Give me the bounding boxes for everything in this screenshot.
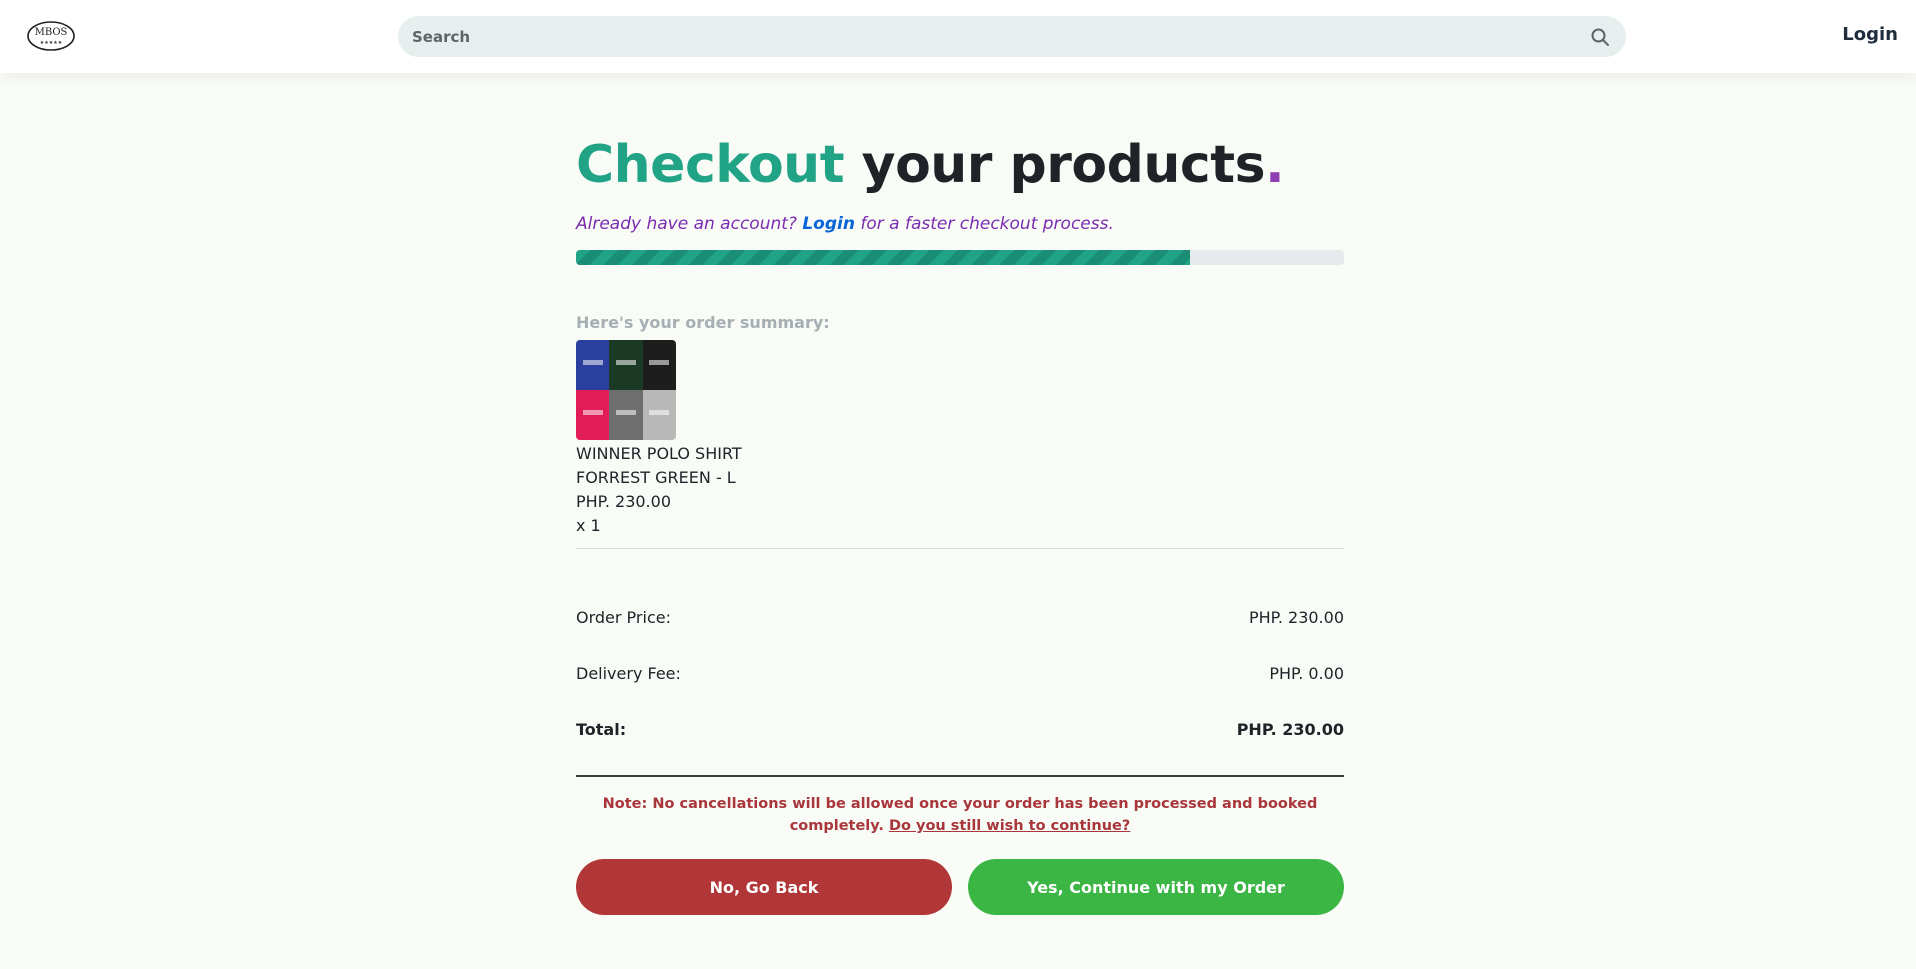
total-value: PHP. 230.00 — [1236, 719, 1344, 739]
svg-text:★★★★★: ★★★★★ — [40, 40, 63, 46]
delivery-fee-label: Delivery Fee: — [576, 663, 681, 683]
page-title: Checkout your products. — [576, 130, 1344, 200]
delivery-fee-value: PHP. 0.00 — [1269, 663, 1344, 683]
action-buttons: No, Go Back Yes, Continue with my Order — [576, 859, 1344, 915]
title-dot: . — [1265, 135, 1285, 195]
order-price-row: Order Price: PHP. 230.00 — [576, 589, 1344, 645]
login-prompt-suffix: for a faster checkout process. — [854, 214, 1114, 234]
order-summary-label: Here's your order summary: — [576, 313, 830, 332]
svg-text:MBOS: MBOS — [35, 27, 68, 38]
search-input[interactable] — [412, 16, 1572, 57]
header-login-link[interactable]: Login — [1842, 24, 1898, 45]
continue-order-button[interactable]: Yes, Continue with my Order — [968, 859, 1344, 915]
price-breakdown: Order Price: PHP. 230.00 Delivery Fee: P… — [576, 589, 1344, 757]
order-item: WINNER POLO SHIRT FORREST GREEN - L PHP.… — [576, 442, 1344, 538]
total-label: Total: — [576, 719, 627, 739]
summary-divider — [576, 548, 1344, 549]
go-back-button[interactable]: No, Go Back — [576, 859, 952, 915]
order-price-value: PHP. 230.00 — [1249, 607, 1344, 627]
title-rest: your products — [844, 135, 1266, 195]
product-quantity: x 1 — [576, 516, 601, 535]
search-bar — [398, 16, 1626, 57]
product-variant: FORREST GREEN - L — [576, 468, 736, 487]
product-image — [576, 340, 676, 440]
title-accent: Checkout — [576, 135, 845, 195]
continue-confirm-link[interactable]: Do you still wish to continue? — [889, 818, 1130, 834]
order-price-label: Order Price: — [576, 607, 671, 627]
product-price: PHP. 230.00 — [576, 492, 671, 511]
search-icon[interactable] — [1590, 27, 1610, 47]
total-divider — [576, 775, 1344, 777]
login-prompt-link[interactable]: Login — [802, 214, 855, 234]
checkout-panel: Checkout your products. Already have an … — [576, 130, 1344, 915]
product-name: WINNER POLO SHIRT — [576, 444, 742, 463]
cancellation-note: Note: No cancellations will be allowed o… — [576, 793, 1344, 837]
checkout-progress-bar — [576, 250, 1344, 265]
login-prompt: Already have an account? Login for a fas… — [576, 214, 1344, 234]
delivery-fee-row: Delivery Fee: PHP. 0.00 — [576, 645, 1344, 701]
login-prompt-text: Already have an account? — [576, 214, 803, 234]
total-row: Total: PHP. 230.00 — [576, 701, 1344, 757]
top-navigation-bar: MBOS ★★★★★ Login — [0, 0, 1916, 73]
mbos-logo[interactable]: MBOS ★★★★★ — [26, 20, 76, 52]
checkout-progress-fill — [576, 250, 1191, 265]
